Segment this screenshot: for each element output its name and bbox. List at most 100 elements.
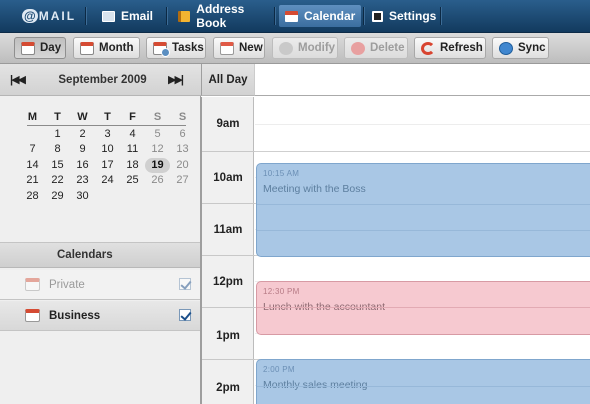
calendar-icon	[285, 10, 298, 22]
next-month-arrow-icon[interactable]: ▶▶|	[168, 73, 184, 86]
hour-divider	[202, 359, 255, 360]
event-meeting-with-the-boss[interactable]: 10:15 AM Meeting with the Boss	[256, 163, 590, 257]
delete-button[interactable]: Delete	[344, 37, 408, 59]
weekday-label: M	[27, 111, 38, 123]
calendar-day-empty	[95, 189, 120, 205]
calendar-day[interactable]: 18	[120, 158, 145, 174]
week-row: 7 8 9 10 11 12 13	[20, 142, 195, 158]
mini-calendar-month-title: September 2009	[58, 74, 147, 86]
sync-icon	[499, 41, 513, 55]
tab-settings[interactable]: Settings	[366, 5, 438, 27]
calendar-day[interactable]: 17	[95, 158, 120, 174]
calendar-day[interactable]: 14	[20, 158, 45, 174]
calendar-item-business[interactable]: Business	[0, 301, 200, 331]
hour-label-10am: 10am	[213, 172, 243, 184]
day-time-grid[interactable]: 10:15 AM Meeting with the Boss 12:30 PM …	[255, 97, 590, 404]
refresh-button[interactable]: Refresh	[414, 37, 486, 59]
hour-label-11am: 11am	[213, 224, 243, 236]
calendar-day[interactable]: 10	[95, 142, 120, 158]
half-hour-line	[257, 307, 590, 308]
all-day-event-area[interactable]	[254, 64, 590, 96]
calendar-day[interactable]: 3	[95, 127, 120, 143]
tab-address-book[interactable]: Address Book	[172, 2, 272, 30]
tab-calendar[interactable]: Calendar	[279, 5, 361, 27]
calendar-day[interactable]: 21	[20, 173, 45, 189]
month-button-label: Month	[99, 42, 134, 54]
sync-button-label: Sync	[518, 42, 546, 54]
calendar-day[interactable]: 2	[70, 127, 95, 143]
modify-icon	[279, 41, 293, 55]
calendar-day[interactable]: 13	[170, 142, 195, 158]
new-button-label: New	[239, 42, 263, 54]
calendar-item-business-label: Business	[49, 309, 101, 322]
calendar-day[interactable]: 15	[45, 158, 70, 174]
calendar-day[interactable]: 6	[170, 127, 195, 143]
half-hour-line	[257, 204, 590, 205]
hour-divider	[202, 203, 255, 204]
day-button-label: Day	[40, 42, 62, 54]
calendar-day[interactable]: 12	[145, 142, 170, 158]
address-book-icon	[178, 10, 191, 22]
tasks-button[interactable]: Tasks	[146, 37, 206, 59]
previous-month-arrow-icon[interactable]: |◀◀	[10, 73, 26, 86]
business-calendar-checkbox[interactable]	[179, 309, 191, 321]
mini-calendar-header-divider	[27, 125, 186, 126]
day-view: 9am 10am 11am 12pm 1pm 2pm 10:15 AM Meet…	[201, 97, 590, 404]
calendar-day[interactable]: 28	[20, 189, 45, 205]
hour-divider	[202, 307, 255, 308]
sidebar: M T W T F S S 1 2 3 4 5 6 7 8 9 10 11 12 13 14 15 16 17 18 19 20 21…	[0, 96, 201, 404]
month-view-button[interactable]: Month	[73, 37, 140, 59]
calendar-day[interactable]: 8	[45, 142, 70, 158]
week-row: 28 29 30	[20, 189, 195, 205]
weekday-label: W	[77, 111, 88, 123]
calendar-day[interactable]: 9	[70, 142, 95, 158]
calendar-day[interactable]: 24	[95, 173, 120, 189]
tasks-button-label: Tasks	[172, 42, 204, 54]
calendar-day[interactable]: 29	[45, 189, 70, 205]
week-row: 14 15 16 17 18 19 20	[20, 157, 195, 174]
calendar-day[interactable]: 5	[145, 127, 170, 143]
calendar-item-private-label: Private	[49, 278, 85, 291]
calendar-day[interactable]: 27	[170, 173, 195, 189]
weekday-label: S	[178, 111, 187, 123]
tab-address-book-label: Address Book	[196, 2, 245, 30]
private-calendar-checkbox[interactable]	[179, 278, 191, 290]
calendar-day[interactable]: 19	[145, 157, 170, 173]
private-calendar-icon	[25, 278, 40, 291]
calendar-day[interactable]: 16	[70, 158, 95, 174]
delete-icon	[351, 41, 365, 55]
sync-button[interactable]: Sync	[492, 37, 549, 59]
event-monthly-sales-meeting[interactable]: 2:00 PM Monthly sales meeting	[256, 359, 590, 404]
calendar-day[interactable]: 7	[20, 142, 45, 158]
calendar-day[interactable]: 1	[45, 127, 70, 143]
calendar-day[interactable]: 22	[45, 173, 70, 189]
hour-label-12pm: 12pm	[212, 276, 244, 288]
calendar-day[interactable]: 20	[170, 158, 195, 174]
half-hour-line	[257, 386, 590, 387]
day-view-button[interactable]: Day	[14, 37, 66, 59]
calendar-day[interactable]: 25	[120, 173, 145, 189]
delete-button-label: Delete	[370, 42, 405, 54]
modify-button[interactable]: Modify	[272, 37, 338, 59]
tab-calendar-label: Calendar	[304, 9, 356, 23]
calendar-item-private[interactable]: Private	[0, 270, 200, 300]
hour-column: 9am 10am 11am 12pm 1pm 2pm	[201, 97, 255, 404]
refresh-button-label: Refresh	[440, 42, 483, 54]
calendar-day-empty	[145, 189, 170, 205]
hour-label-1pm: 1pm	[216, 330, 240, 342]
calendar-day[interactable]: 23	[70, 173, 95, 189]
mini-calendar-header: |◀◀ September 2009 ▶▶|	[0, 64, 201, 96]
event-lunch-with-the-accountant[interactable]: 12:30 PM Lunch with the accountant	[256, 281, 590, 335]
modify-button-label: Modify	[298, 42, 336, 54]
tasks-icon	[153, 41, 170, 57]
new-event-button[interactable]: New	[213, 37, 265, 59]
calendar-day[interactable]: 26	[145, 173, 170, 189]
all-day-label: All Day	[201, 64, 254, 96]
tab-email[interactable]: Email	[96, 5, 166, 27]
calendar-day[interactable]: 30	[70, 189, 95, 205]
calendar-day[interactable]: 11	[120, 142, 145, 158]
logo-at-sign: @	[22, 9, 38, 23]
calendar-day[interactable]: 4	[120, 127, 145, 143]
hour-line	[255, 151, 590, 152]
nav-separator	[440, 7, 441, 25]
